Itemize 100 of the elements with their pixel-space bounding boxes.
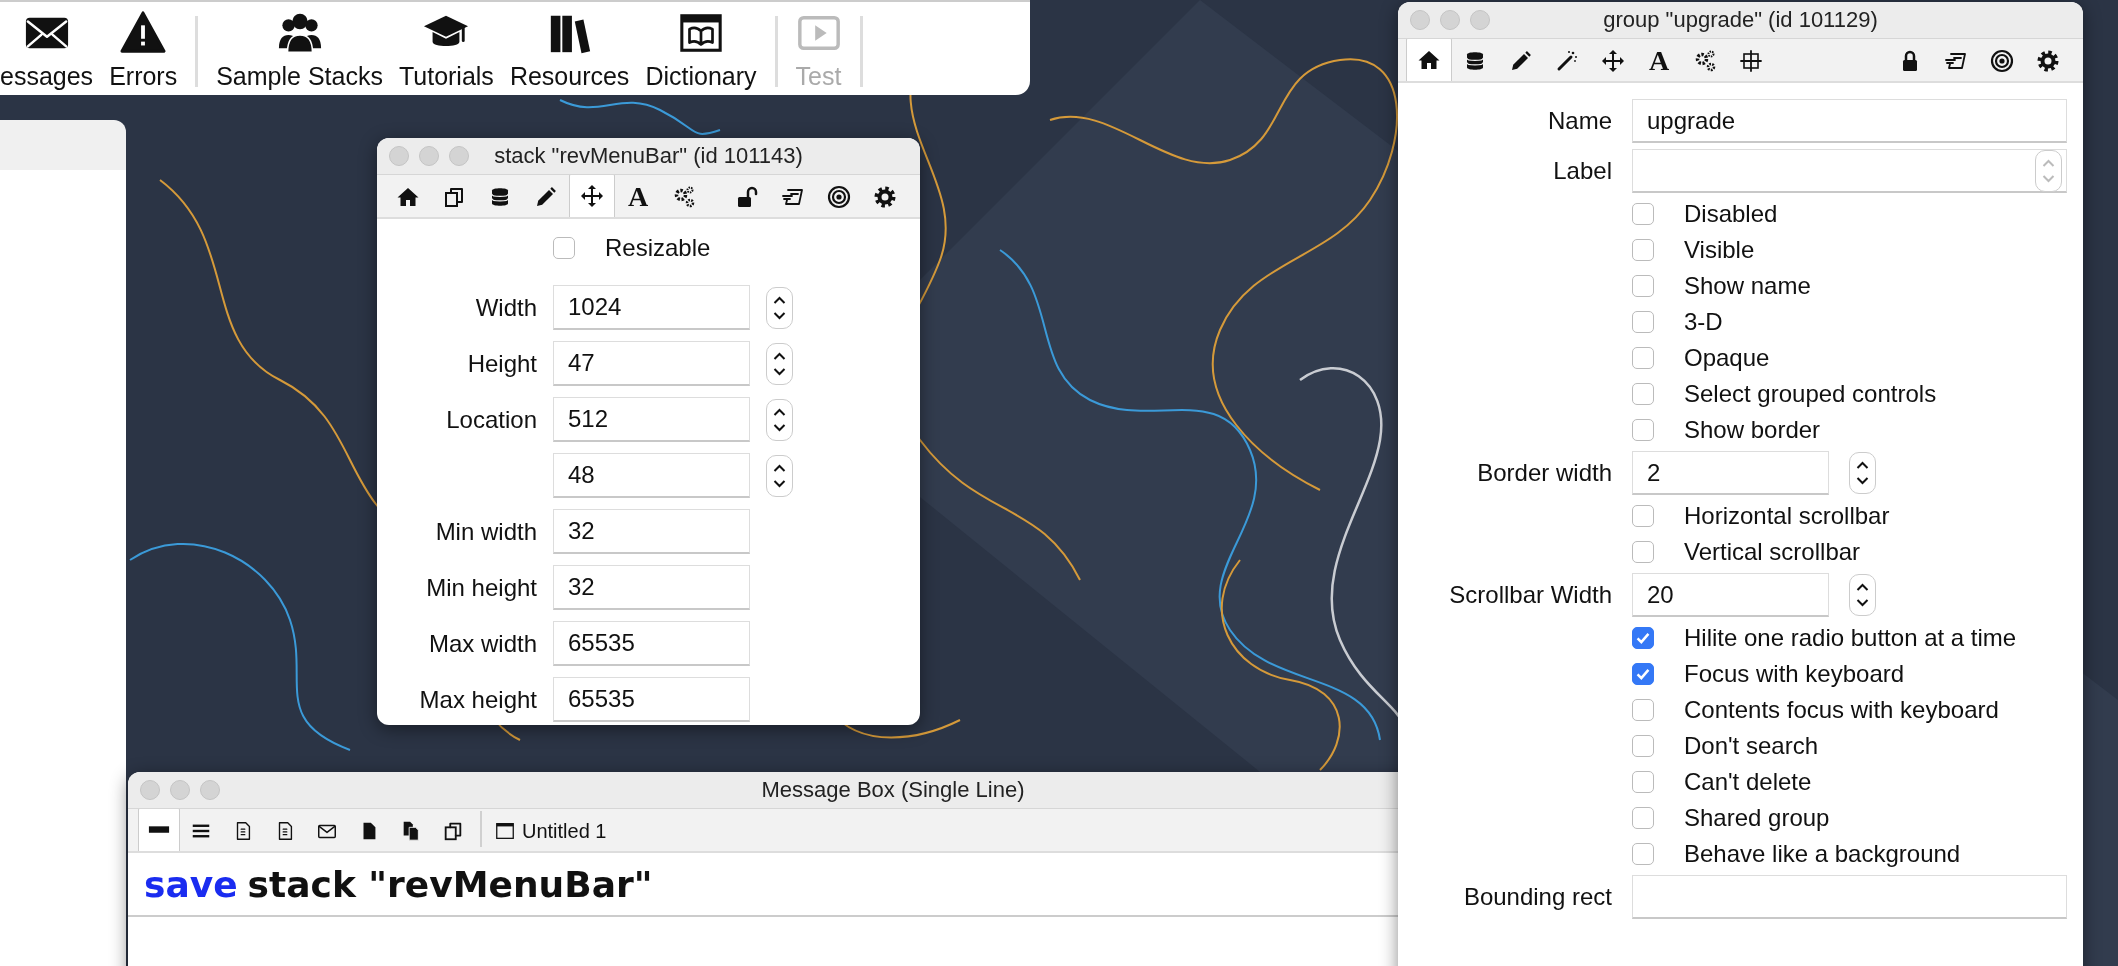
window-title: Message Box (Single Line) [761,777,1025,803]
stepper[interactable] [766,398,793,441]
checkbox[interactable] [1632,735,1654,757]
home-icon [396,185,420,209]
checkbox[interactable] [1632,311,1654,333]
pencil-icon [534,185,558,209]
gear-icon [873,185,897,209]
checkbox-label: Show name [1684,272,1811,300]
stepper[interactable] [766,342,793,385]
field-label: Height [467,348,537,379]
gears-icon [672,185,696,209]
checkbox-label: Visible [1684,236,1755,264]
checkbox-label: Opaque [1684,344,1770,372]
wand-icon [1555,49,1579,73]
checkbox[interactable] [1632,275,1654,297]
input-field[interactable]: 47 [553,341,750,386]
command-text[interactable]: save stack "revMenuBar" [144,863,653,905]
input-field[interactable]: 512 [553,397,750,442]
cards-icon [442,185,466,209]
field-label: Location [446,404,537,435]
window-title: stack "revMenuBar" (id 101143) [494,143,803,169]
message-box-tab[interactable] [138,807,180,851]
checkbox-label: Don't search [1684,732,1818,760]
input-field[interactable]: 65535 [553,677,750,722]
unlock-icon [735,185,759,209]
checkbox-label: Behave like a background [1684,840,1961,868]
move-icon [1601,49,1625,73]
toolbar-button[interactable]: Errors [101,2,186,95]
pencil-icon [1509,49,1533,73]
warning-icon [120,10,167,56]
checkbox[interactable] [1632,203,1654,225]
gear-icon [2036,49,2060,73]
field-label: Name [1546,107,1612,135]
toolbar-button[interactable]: essages [0,2,102,95]
checkbox-label: Resizable [605,234,711,262]
toolbar-button[interactable]: Tutorials [390,2,502,95]
toolbar-button[interactable]: Sample Stacks [208,2,391,95]
checkbox-label: Shared group [1684,804,1830,832]
toolbar-button[interactable]: Dictionary [637,2,765,95]
input-field[interactable]: upgrade [1632,99,2067,143]
checkbox[interactable] [1632,505,1654,527]
checkbox-label: Horizontal scrollbar [1684,502,1890,530]
input-field[interactable]: 48 [553,453,750,498]
field-label: Max width [428,628,537,659]
database-icon [1463,49,1487,73]
stepper[interactable] [1849,452,1876,494]
inspector-tab[interactable] [1406,37,1452,81]
input-field[interactable] [1632,875,2067,919]
window-title: group "upgrade" (id 101129) [1603,7,1878,33]
checkbox-label: Focus with keyboard [1684,660,1905,688]
field-label: Scrollbar Width [1448,581,1612,609]
window-icon [494,820,516,842]
input-field[interactable]: 65535 [553,621,750,666]
checkbox[interactable] [1632,807,1654,829]
checkbox[interactable] [1632,843,1654,865]
field-label: Max height [419,684,537,715]
stepper[interactable] [1849,574,1876,616]
field-label: Width [475,292,537,323]
checkbox[interactable] [1632,699,1654,721]
checkbox[interactable] [1632,541,1654,563]
document-tab[interactable]: Untitled 1 [488,811,613,851]
stepper[interactable] [766,454,793,497]
inspector-tab[interactable]: A [1636,41,1682,81]
checkbox[interactable] [1632,383,1654,405]
checkbox-label: Disabled [1684,200,1778,228]
stepper[interactable] [766,286,793,329]
checkbox-label: Contents focus with keyboard [1684,696,1999,724]
gears-icon [1693,49,1717,73]
field-label: Bounding rect [1462,883,1612,911]
input-field[interactable]: 32 [553,509,750,554]
input-field[interactable]: 1024 [553,285,750,330]
checkbox[interactable] [1632,419,1654,441]
inspector-tab[interactable] [569,173,615,217]
geometry-icon [1739,49,1763,73]
target-icon [1990,49,2014,73]
checkbox[interactable] [553,237,575,259]
checkbox[interactable] [1632,771,1654,793]
checkbox-label: Select grouped controls [1684,380,1937,408]
checkbox-label: Can't delete [1684,768,1812,796]
database-icon [488,185,512,209]
target-icon [827,185,851,209]
input-field[interactable]: 32 [553,565,750,610]
checkbox[interactable] [1632,627,1654,649]
cards-icon [442,820,464,842]
field-label: Min height [426,572,537,603]
input-field[interactable] [1632,149,2067,193]
input-field[interactable]: 2 [1632,451,1829,495]
checkbox[interactable] [1632,239,1654,261]
inspector-tab[interactable]: A [615,177,661,217]
checkbox-label: Hilite one radio button at a time [1684,624,2017,652]
field-label: Border width [1476,459,1612,487]
input-field[interactable]: 20 [1632,573,1829,617]
checkbox[interactable] [1632,663,1654,685]
move-icon [580,183,604,208]
checkbox-label: 3-D [1684,308,1723,336]
field-label: Min width [435,516,537,547]
toolbar-button[interactable]: Resources [501,2,638,95]
checkbox-label: Show border [1684,416,1821,444]
checkbox[interactable] [1632,347,1654,369]
field-label: Label [1552,157,1612,185]
